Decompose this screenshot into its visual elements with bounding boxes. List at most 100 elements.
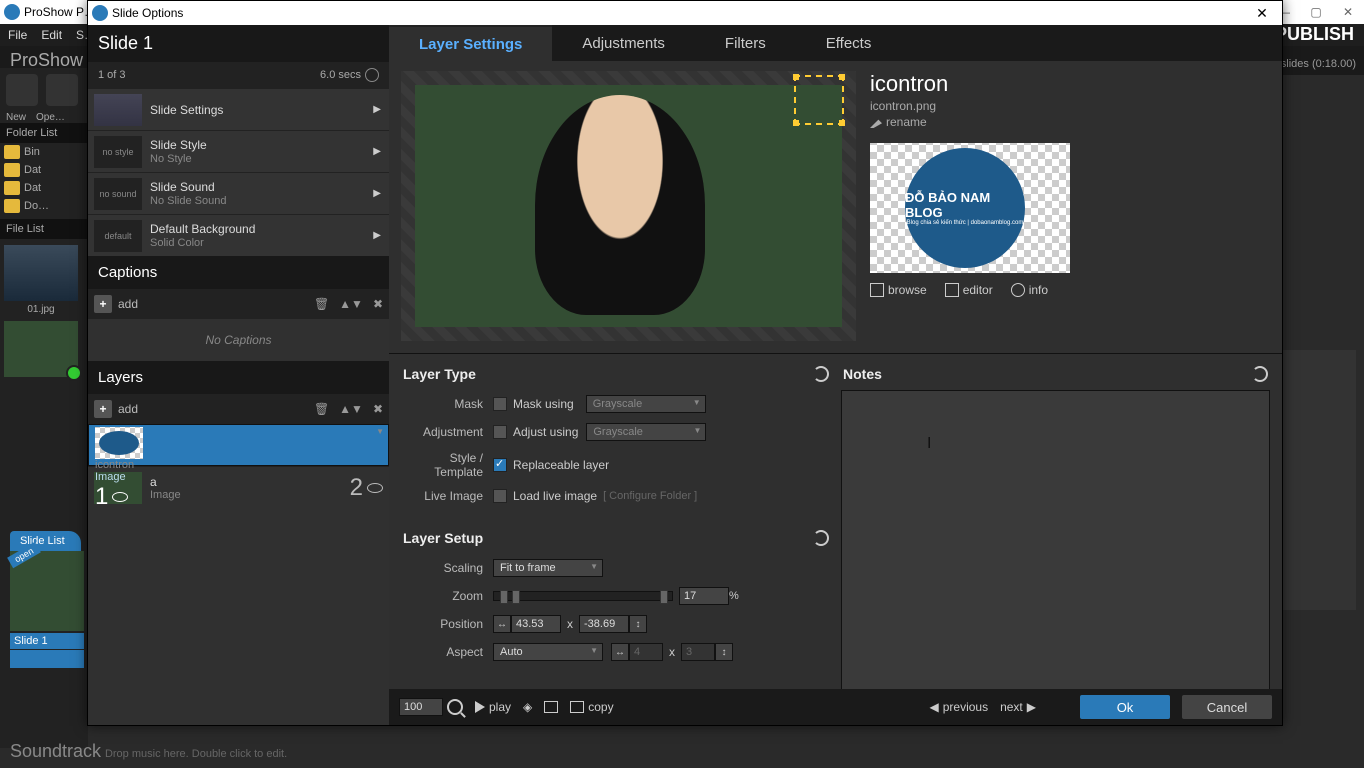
live-image-checkbox[interactable]	[493, 489, 507, 503]
slide-info: 1 of 3 6.0 secs	[88, 62, 389, 88]
new-label: New	[6, 112, 26, 123]
maximize-icon[interactable]: ▢	[1300, 5, 1332, 19]
wrench-icon[interactable]: ✖	[373, 297, 383, 311]
trash-icon[interactable]: 🗑	[314, 402, 329, 416]
layer-settings-panel: Layer Type MaskMask usingGrayscale Adjus…	[401, 358, 831, 679]
pos-x-handle[interactable]: ↔	[493, 615, 511, 633]
new-button[interactable]	[6, 74, 38, 106]
replaceable-checkbox[interactable]	[493, 458, 507, 472]
dialog-titlebar: Slide Options ✕	[88, 1, 1282, 25]
slide-duration: 6.0 secs	[320, 69, 361, 81]
aspect-w-input[interactable]: 4	[629, 643, 663, 661]
tab-effects[interactable]: Effects	[796, 25, 902, 61]
rename-button[interactable]: rename	[870, 115, 1070, 129]
tag-button[interactable]: ◈	[523, 700, 532, 714]
layer-item-icontron[interactable]: icontronImage 1	[88, 424, 389, 466]
magnify-icon[interactable]	[447, 699, 463, 715]
sort-icon[interactable]: ▲▼	[339, 402, 363, 416]
folder-item[interactable]: Do…	[0, 197, 88, 215]
ok-button[interactable]: Ok	[1080, 695, 1170, 719]
wrench-icon[interactable]: ✖	[373, 402, 383, 416]
dialog-close-button[interactable]: ✕	[1242, 5, 1282, 22]
mask-select[interactable]: Grayscale	[586, 395, 706, 413]
slide-controls[interactable]	[10, 650, 84, 668]
app-logo-icon	[4, 4, 20, 20]
add-layer-button[interactable]: +	[94, 400, 112, 418]
aspect-w-handle[interactable]: ↔	[611, 643, 629, 661]
position-y-input[interactable]: -38.69	[579, 615, 629, 633]
dialog-left-pane: Slide 1 1 of 3 6.0 secs Slide Settings ▶…	[88, 25, 389, 725]
zoom-input[interactable]: 17	[679, 587, 729, 605]
slide-style-row[interactable]: no style Slide StyleNo Style ▶	[88, 130, 389, 172]
tab-adjustments[interactable]: Adjustments	[552, 25, 695, 61]
default-background-row[interactable]: default Default BackgroundSolid Color ▶	[88, 214, 389, 256]
right-thumbnails	[1276, 350, 1356, 610]
pos-y-handle[interactable]: ↕	[629, 615, 647, 633]
file-thumbnail[interactable]	[4, 321, 78, 377]
folder-list-header: Folder List	[0, 123, 88, 143]
position-x-input[interactable]: 43.53	[511, 615, 561, 633]
slide-sound-row[interactable]: no sound Slide SoundNo Slide Sound ▶	[88, 172, 389, 214]
aspect-h-input[interactable]: 3	[681, 643, 715, 661]
slide-preview[interactable]	[401, 71, 856, 341]
cancel-button[interactable]: Cancel	[1182, 695, 1272, 719]
browse-button[interactable]: browse	[870, 283, 927, 297]
eye-icon[interactable]	[112, 492, 128, 502]
slide-list: Slide List open Slide 1	[10, 531, 84, 668]
info-button[interactable]: info	[1011, 283, 1048, 297]
layers-toolbar: + add 🗑 ▲▼ ✖	[88, 394, 389, 424]
footer-zoom-input[interactable]: 100	[399, 698, 443, 716]
aspect-h-handle[interactable]: ↕	[715, 643, 733, 661]
refresh-icon[interactable]	[813, 530, 829, 546]
trash-icon[interactable]: 🗑	[314, 297, 329, 311]
chevron-right-icon: ▶	[373, 146, 381, 157]
publish-button[interactable]: PUBLISH	[1275, 24, 1354, 45]
mask-checkbox[interactable]	[493, 397, 507, 411]
aspect-select[interactable]: Auto	[493, 643, 603, 661]
play-button[interactable]: play	[475, 700, 511, 714]
tab-filters[interactable]: Filters	[695, 25, 796, 61]
layer-info: icontron icontron.png rename ĐỖ BẢO NAM …	[870, 71, 1070, 341]
zoom-slider[interactable]	[493, 591, 673, 601]
refresh-icon[interactable]	[813, 366, 829, 382]
style-thumbnail: no style	[94, 136, 142, 168]
adjust-select[interactable]: Grayscale	[586, 423, 706, 441]
menu-file[interactable]: File	[8, 28, 27, 42]
close-icon[interactable]: ✕	[1332, 5, 1364, 19]
editor-button[interactable]: editor	[945, 283, 993, 297]
slide-settings-row[interactable]: Slide Settings ▶	[88, 88, 389, 130]
slide-label: Slide 1	[10, 633, 84, 649]
scaling-select[interactable]: Fit to frame	[493, 559, 603, 577]
file-thumbnail[interactable]: 01.jpg	[4, 245, 78, 301]
chevron-right-icon: ▶	[373, 230, 381, 241]
folder-item[interactable]: Dat	[0, 179, 88, 197]
previous-button[interactable]: ◀previous	[929, 700, 988, 714]
slide-thumbnail[interactable]: open	[10, 551, 84, 631]
notes-textarea[interactable]: I	[841, 390, 1270, 689]
soundtrack-bar[interactable]: Soundtrack Drop music here. Double click…	[0, 735, 1364, 768]
window-button[interactable]	[544, 701, 558, 713]
selection-handles[interactable]	[794, 75, 844, 125]
menu-edit[interactable]: Edit	[41, 28, 62, 42]
adjustment-checkbox[interactable]	[493, 425, 507, 439]
open-button[interactable]	[46, 74, 78, 106]
copy-button[interactable]: copy	[570, 700, 613, 714]
slide-list-tab[interactable]: Slide List	[10, 531, 81, 551]
background-thumbnail: default	[94, 220, 142, 252]
layer-thumbnail	[95, 427, 143, 459]
next-button[interactable]: next▶	[1000, 700, 1036, 714]
layer-type-header: Layer Type	[403, 366, 476, 382]
configure-folder-link[interactable]: [ Configure Folder ]	[603, 490, 697, 502]
add-caption-button[interactable]: +	[94, 295, 112, 313]
no-captions-label: No Captions	[88, 319, 389, 361]
logo-preview: ĐỖ BẢO NAM BLOGBlog chia sẻ kiến thức | …	[870, 143, 1070, 273]
preview-image	[415, 85, 842, 327]
open-label: Ope…	[36, 112, 65, 123]
sort-icon[interactable]: ▲▼	[339, 297, 363, 311]
folder-icon	[4, 163, 20, 177]
folder-item[interactable]: Dat	[0, 161, 88, 179]
folder-item[interactable]: Bin	[0, 143, 88, 161]
chevron-right-icon: ▶	[373, 188, 381, 199]
refresh-icon[interactable]	[1252, 366, 1268, 382]
tab-layer-settings[interactable]: Layer Settings	[389, 25, 552, 61]
